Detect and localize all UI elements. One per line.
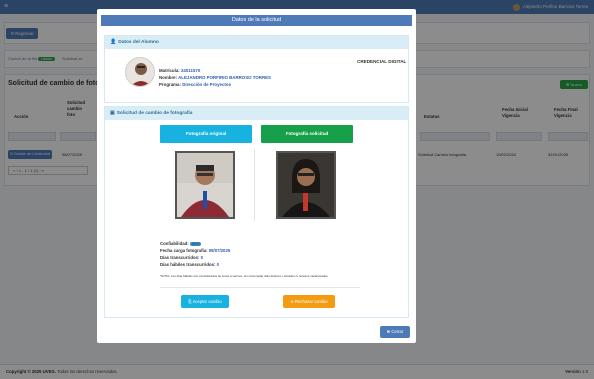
- photo-change-panel: ▣ Solicitud de cambio de fotografía Fotog…: [104, 106, 409, 318]
- matricula-row: Matrícula: 24011570: [159, 68, 201, 73]
- student-avatar: [125, 57, 155, 87]
- column-divider: [254, 149, 255, 221]
- requested-photo-header: Fotografía solicitud: [261, 125, 353, 143]
- fecha-carga-row: Fecha carga fotografía: 08/07/2025: [160, 248, 231, 253]
- student-panel-header: 👤 Datos del Alumno: [105, 36, 408, 49]
- original-photo[interactable]: [175, 151, 235, 219]
- student-panel: 👤 Datos del Alumno Matrícula: 24011570 No…: [104, 35, 409, 103]
- credential-label: CREDENCIAL DIGITAL: [357, 59, 407, 64]
- programa-row: Programa: Dirección de Proyectos: [159, 82, 232, 87]
- modal-title: Datos de la solicitud: [101, 15, 412, 26]
- request-modal: Datos de la solicitud 👤 Datos del Alumno …: [97, 9, 416, 343]
- nombre-row: Nombre: ALEJANDRO PORFIRIO BARROSO TORRE…: [159, 75, 271, 80]
- panel-divider: [160, 287, 360, 288]
- image-icon: ▣: [110, 110, 115, 116]
- dias-transcurridos-row: Días transcurridos: 0: [160, 255, 203, 260]
- confiabilidad-row: Confiabilidad: 86%: [160, 241, 202, 246]
- requested-photo[interactable]: [276, 151, 336, 219]
- dias-habiles-row: Días hábiles transcurridos: 0: [160, 262, 219, 267]
- confidence-badge: 86%: [189, 242, 202, 246]
- business-days-note: *NOTA: Los días hábiles son considerados…: [160, 274, 329, 278]
- reject-change-button[interactable]: ⊘ Rechazar cambio: [283, 295, 335, 308]
- accept-change-button[interactable]: ⎘ Aceptar cambio: [181, 295, 229, 308]
- original-photo-header: Fotografía original: [160, 125, 252, 143]
- user-icon: 👤: [110, 39, 117, 45]
- photo-panel-header: ▣ Solicitud de cambio de fotografía: [105, 107, 408, 120]
- close-button[interactable]: ✖ Cerrar: [380, 326, 410, 338]
